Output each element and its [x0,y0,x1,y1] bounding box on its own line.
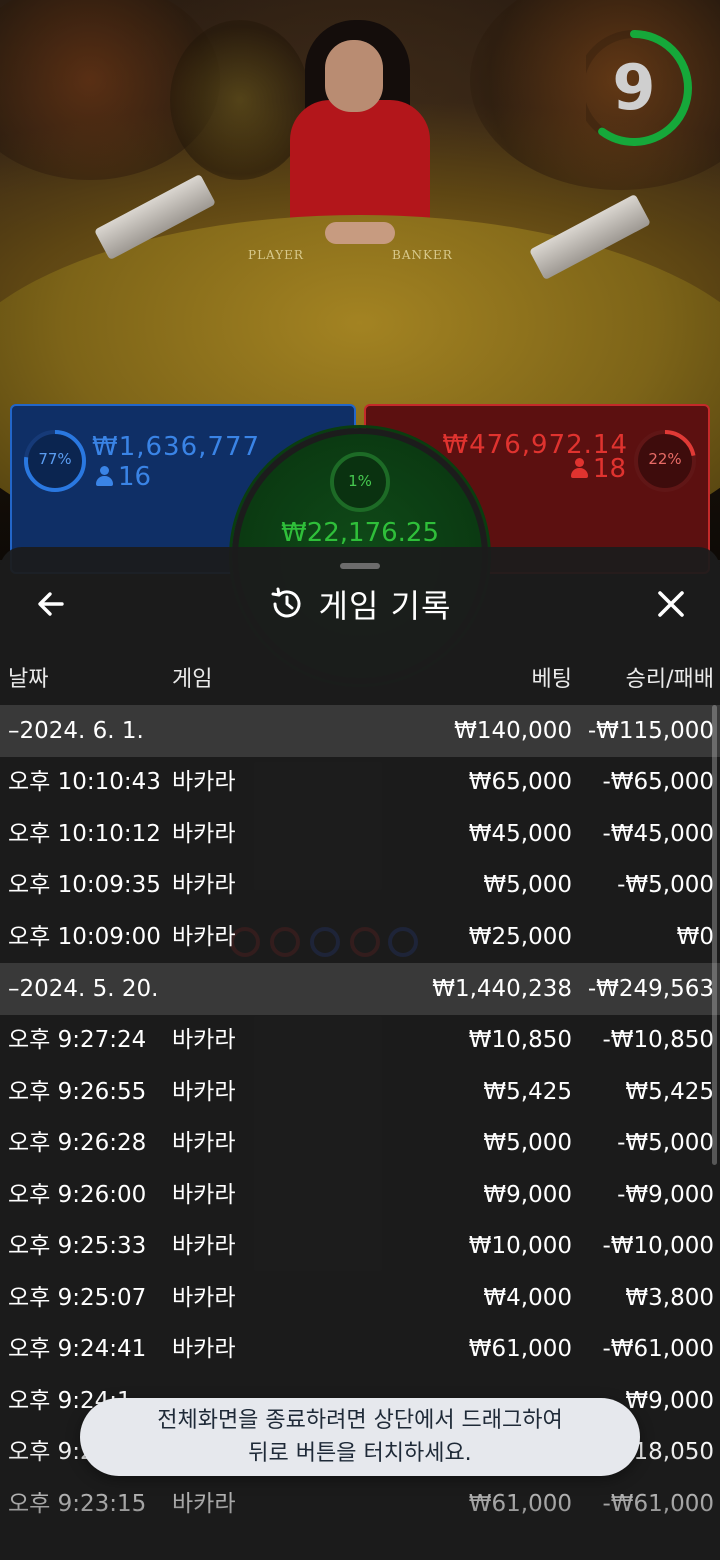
history-row[interactable]: 오후 9:25:33 바카라 ₩10,000 -₩10,000 [0,1221,720,1273]
history-result: -₩5,000 [617,872,714,898]
column-bet: 베팅 [531,667,572,692]
history-row[interactable]: 오후 9:26:00 바카라 ₩9,000 -₩9,000 [0,1170,720,1222]
table-label-player: PLAYER [248,248,304,262]
history-result: -₩10,850 [602,1027,714,1053]
history-result: ₩0 [676,923,714,950]
history-game: 바카라 [172,820,236,847]
history-result: -₩5,000 [617,1130,714,1156]
scrollbar[interactable] [712,705,717,1165]
history-game: 바카라 [172,1233,236,1259]
column-date: 날짜 [8,667,49,692]
history-bet: ₩1,440,238 [432,976,572,1002]
fullscreen-exit-toast: 전체화면을 종료하려면 상단에서 드래그하여 뒤로 버튼을 터치하세요. [80,1398,640,1476]
history-result: -₩10,000 [602,1233,714,1259]
history-date: 오후 9:25:07 [8,1284,147,1311]
history-game: 바카라 [172,769,236,795]
history-date: 오후 9:25:33 [8,1233,147,1259]
close-icon [658,591,684,617]
history-date: 오후 10:10:43 [8,769,161,795]
history-game: 바카라 [172,1181,236,1208]
history-result: ₩5,425 [625,1078,714,1105]
history-bet: ₩10,850 [468,1027,572,1053]
drag-handle[interactable] [340,563,380,569]
history-bet: ₩10,000 [468,1233,572,1259]
player-count-value: 16 [118,462,152,492]
history-table-header: 날짜 게임 베팅 승리/패배 [0,661,720,697]
history-game: 바카라 [172,1078,236,1105]
countdown-timer: 9 [576,26,696,146]
close-button[interactable] [648,581,694,627]
history-result: ₩3,800 [625,1284,714,1311]
toast-line-1: 전체화면을 종료하려면 상단에서 드래그하여 [157,1408,563,1433]
history-bet: ₩5,000 [483,1130,572,1156]
history-bet: ₩65,000 [468,769,572,795]
history-game: 바카라 [172,872,236,898]
banker-count-value: 18 [592,454,626,484]
history-row[interactable]: 오후 9:26:55 바카라 ₩5,425 ₩5,425 [0,1067,720,1119]
history-date: 오후 10:09:35 [8,872,161,898]
history-row[interactable]: 오후 9:24:41 바카라 ₩61,000 -₩61,000 [0,1324,720,1376]
player-percent: 77% [38,450,72,468]
history-row[interactable]: 오후 10:10:12 바카라 ₩45,000 -₩45,000 [0,809,720,861]
history-bet: ₩61,000 [468,1490,572,1517]
history-game: 바카라 [172,1336,236,1362]
history-row[interactable]: 오후 9:25:07 바카라 ₩4,000 ₩3,800 [0,1273,720,1325]
history-result: -₩61,000 [602,1336,714,1362]
history-row[interactable]: 오후 10:10:43 바카라 ₩65,000 -₩65,000 [0,757,720,809]
tie-bet-total: ₩22,176.25 [280,518,440,548]
history-date-group-row[interactable]: –2024. 5. 20. ₩1,440,238 -₩249,563 [0,963,720,1015]
history-game: 바카라 [172,923,236,950]
toast-line-2: 뒤로 버튼을 터치하세요. [248,1441,472,1466]
history-result: -₩45,000 [602,820,714,847]
history-date: 오후 9:26:00 [8,1181,147,1208]
history-bet: ₩5,425 [483,1078,572,1105]
history-row[interactable]: 오후 9:23:15 바카라 ₩61,000 -₩61,000 [0,1479,720,1531]
history-date: 오후 9:24:41 [8,1336,147,1362]
history-row[interactable]: 오후 9:26:28 바카라 ₩5,000 -₩5,000 [0,1118,720,1170]
panel-header: 게임 기록 [0,581,720,627]
history-bet: ₩4,000 [483,1284,572,1311]
history-game: 바카라 [172,1284,236,1311]
history-game: 바카라 [172,1130,236,1156]
history-date: –2024. 6. 1. [8,718,144,744]
tie-percent: 1% [348,472,372,490]
person-icon [96,466,113,486]
history-bet: ₩9,000 [483,1181,572,1208]
countdown-number: 9 [612,51,656,124]
history-date: 오후 9:26:28 [8,1130,147,1156]
history-bet: ₩61,000 [468,1336,572,1362]
banker-bettor-count: 18 [570,454,626,484]
table-label-banker: BANKER [392,248,453,262]
history-row[interactable]: 오후 10:09:35 바카라 ₩5,000 -₩5,000 [0,860,720,912]
column-win-loss: 승리/패배 [625,667,714,692]
history-date: 오후 9:27:24 [8,1027,147,1053]
history-bet: ₩45,000 [468,820,572,847]
history-date: –2024. 5. 20. [8,976,159,1002]
history-result: -₩249,563 [587,976,714,1002]
player-bettor-count: 16 [96,462,151,492]
history-bet: ₩140,000 [454,718,572,744]
history-game: 바카라 [172,1027,236,1053]
history-bet: ₩25,000 [468,923,572,950]
history-clock-icon [271,587,301,618]
history-date: 오후 9:23:15 [8,1490,147,1517]
history-row[interactable]: 오후 9:27:24 바카라 ₩10,850 -₩10,850 [0,1015,720,1067]
history-date: 오후 10:09:00 [8,923,161,950]
player-bet-total: ₩1,636,777 [92,432,261,462]
history-game: 바카라 [172,1490,236,1517]
history-date-group-row[interactable]: –2024. 6. 1. ₩140,000 -₩115,000 [0,705,720,757]
history-date: 오후 9:26:55 [8,1078,147,1105]
history-result: -₩115,000 [587,718,714,744]
person-icon [570,458,588,478]
history-result: -₩65,000 [602,769,714,795]
history-row[interactable]: 오후 10:09:00 바카라 ₩25,000 ₩0 [0,912,720,964]
history-date: 오후 10:10:12 [8,820,161,847]
history-result: -₩61,000 [602,1490,714,1517]
column-game: 게임 [172,667,213,692]
history-bet: ₩5,000 [483,872,572,898]
history-result: -₩9,000 [617,1181,714,1208]
panel-title: 게임 기록 [318,587,452,625]
banker-percent: 22% [648,450,682,468]
